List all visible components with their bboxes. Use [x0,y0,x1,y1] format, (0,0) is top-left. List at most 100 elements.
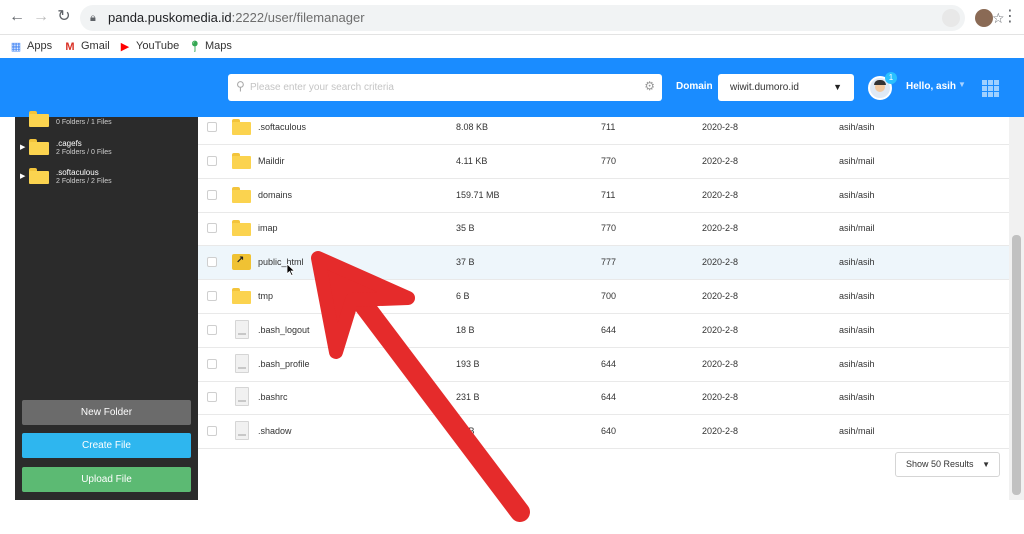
table-row[interactable]: .softaculous 8.08 KB 711 2020-2-8 asih/asih [198,111,1009,145]
file-name[interactable]: tmp [258,291,273,301]
table-row[interactable]: .shadow 98 B 640 2020-2-8 asih/mail [198,415,1009,450]
file-owner: asih/asih [839,189,875,200]
table-row[interactable]: .bash_profile 193 B 644 2020-2-8 asih/asih [198,348,1009,382]
reload-icon[interactable]: ↻ [53,6,75,28]
bookmark-label: Maps [205,40,232,52]
file-date: 2020-2-8 [702,358,739,369]
bookmark-label: YouTube [136,40,180,52]
domain-select[interactable]: wiwit.dumoro.id ▼ [718,74,854,101]
page-scrollbar[interactable] [1009,117,1024,500]
file-date: 2020-2-8 [702,392,739,403]
row-checkbox[interactable] [207,426,217,437]
file-size: 35 B [456,223,475,234]
bookmark-youtube[interactable]: ▶ YouTube [119,38,179,55]
file-name[interactable]: public_html [258,257,304,267]
search-icon: ⚲ [236,79,245,93]
scrollbar-thumb[interactable] [1012,235,1021,495]
tree-item-softaculous[interactable]: ▶ .softaculous 2 Folders / 2 Files [15,166,198,190]
folder-icon [29,111,49,127]
app-header: ⚲ ⚙ Domain wiwit.dumoro.id ▼ 1 Hello, as… [0,58,1024,117]
show-results-select[interactable]: Show 50 Results ▼ [895,452,1000,477]
folder-icon [232,186,251,203]
bookmark-apps[interactable]: ▦ Apps [10,38,52,55]
user-greeting[interactable]: Hello, asih [906,81,956,92]
file-name[interactable]: domains [258,190,292,200]
row-checkbox[interactable] [207,155,217,166]
mouse-cursor-icon [287,264,296,276]
file-date: 2020-2-8 [702,189,739,200]
file-name[interactable]: Maildir [258,156,285,166]
user-menu-chevron-icon[interactable]: ▼ [958,80,966,89]
notification-badge[interactable]: 1 [885,72,897,84]
file-owner: asih/asih [839,257,875,268]
browser-menu-icon[interactable]: ⋮ [1002,6,1018,28]
file-permission: 777 [601,257,617,268]
table-row[interactable]: Maildir 4.11 KB 770 2020-2-8 asih/mail [198,145,1009,179]
row-checkbox[interactable] [207,257,217,268]
file-date: 2020-2-8 [702,223,739,234]
row-checkbox[interactable] [207,392,217,403]
bookmark-maps[interactable]: 📍︎ Maps [188,38,232,55]
file-name[interactable]: .bash_logout [258,325,310,335]
tree-item-cagefs[interactable]: ▶ .cagefs 2 Folders / 0 Files [15,137,198,161]
file-name[interactable]: .shadow [258,426,292,436]
bookmark-label: Apps [27,40,53,52]
file-size: 6 B [456,291,470,301]
file-size: 37 B [456,257,475,268]
file-owner: asih/mail [839,223,875,234]
file-name[interactable]: imap [258,223,278,233]
table-row[interactable]: imap 35 B 770 2020-2-8 asih/mail [198,212,1009,247]
chevron-right-icon[interactable]: ▶ [20,172,25,180]
forward-arrow-icon[interactable]: → [30,6,52,28]
file-date: 2020-2-8 [702,426,739,437]
tree-item[interactable]: 0 Folders / 1 Files [15,111,198,137]
file-owner: asih/mail [839,426,875,437]
file-list: .softaculous 8.08 KB 711 2020-2-8 asih/asih M… [198,117,1009,500]
profile-avatar[interactable] [975,9,993,27]
app-grid-icon[interactable] [982,80,999,97]
table-row[interactable]: tmp 6 B 700 2020-2-8 asih/asih [198,280,1009,314]
page-bottom [0,500,1024,534]
file-date: 2020-2-8 [702,291,739,301]
file-date: 2020-2-8 [702,122,739,132]
table-row[interactable]: .bash_logout 18 B 644 2020-2-8 asih/asih [198,314,1009,348]
table-row[interactable]: public_html 37 B 777 2020-2-8 asih/asih [198,246,1009,281]
file-size: 231 B [456,392,480,403]
bookmark-gmail[interactable]: M Gmail [64,38,110,55]
upload-file-button[interactable]: Upload File [22,467,191,492]
file-name[interactable]: .softaculous [258,122,306,132]
file-permission: 640 [601,426,617,437]
settings-gear-icon[interactable]: ⚙ [644,79,655,93]
search-box[interactable]: ⚲ ⚙ [228,74,662,101]
row-checkbox[interactable] [207,223,217,234]
file-icon [235,421,249,441]
file-size: 98 B [456,426,475,437]
search-input[interactable] [250,78,630,97]
file-name[interactable]: .bash_profile [258,359,310,369]
file-owner: asih/asih [839,122,875,132]
bookmark-label: Gmail [81,40,110,52]
symlink-folder-icon [232,254,251,271]
file-date: 2020-2-8 [702,257,739,268]
row-checkbox[interactable] [207,358,217,369]
table-row[interactable]: .bashrc 231 B 644 2020-2-8 asih/asih [198,381,1009,416]
new-folder-button[interactable]: New Folder [22,400,191,425]
row-checkbox[interactable] [207,189,217,200]
domain-label: Domain [676,81,713,92]
lock-icon: 🔒︎ [90,12,96,24]
row-checkbox[interactable] [207,291,217,301]
row-checkbox[interactable] [207,122,217,132]
url-host: panda.puskomedia.id [108,10,232,25]
table-row[interactable]: domains 159.71 MB 711 2020-2-8 asih/asih [198,179,1009,213]
chevron-right-icon[interactable]: ▶ [20,143,25,151]
create-file-button[interactable]: Create File [22,433,191,458]
file-name[interactable]: .bashrc [258,392,288,402]
file-size: 193 B [456,358,480,369]
row-checkbox[interactable] [207,324,217,335]
back-arrow-icon[interactable]: ← [6,6,28,28]
file-permission: 644 [601,324,617,335]
folder-icon [232,288,251,304]
tree-item-info: 0 Folders / 1 Files [56,119,112,126]
address-bar[interactable]: 🔒︎ panda.puskomedia.id:2222/user/fileman… [80,5,1005,31]
extension-icon[interactable] [942,9,960,27]
